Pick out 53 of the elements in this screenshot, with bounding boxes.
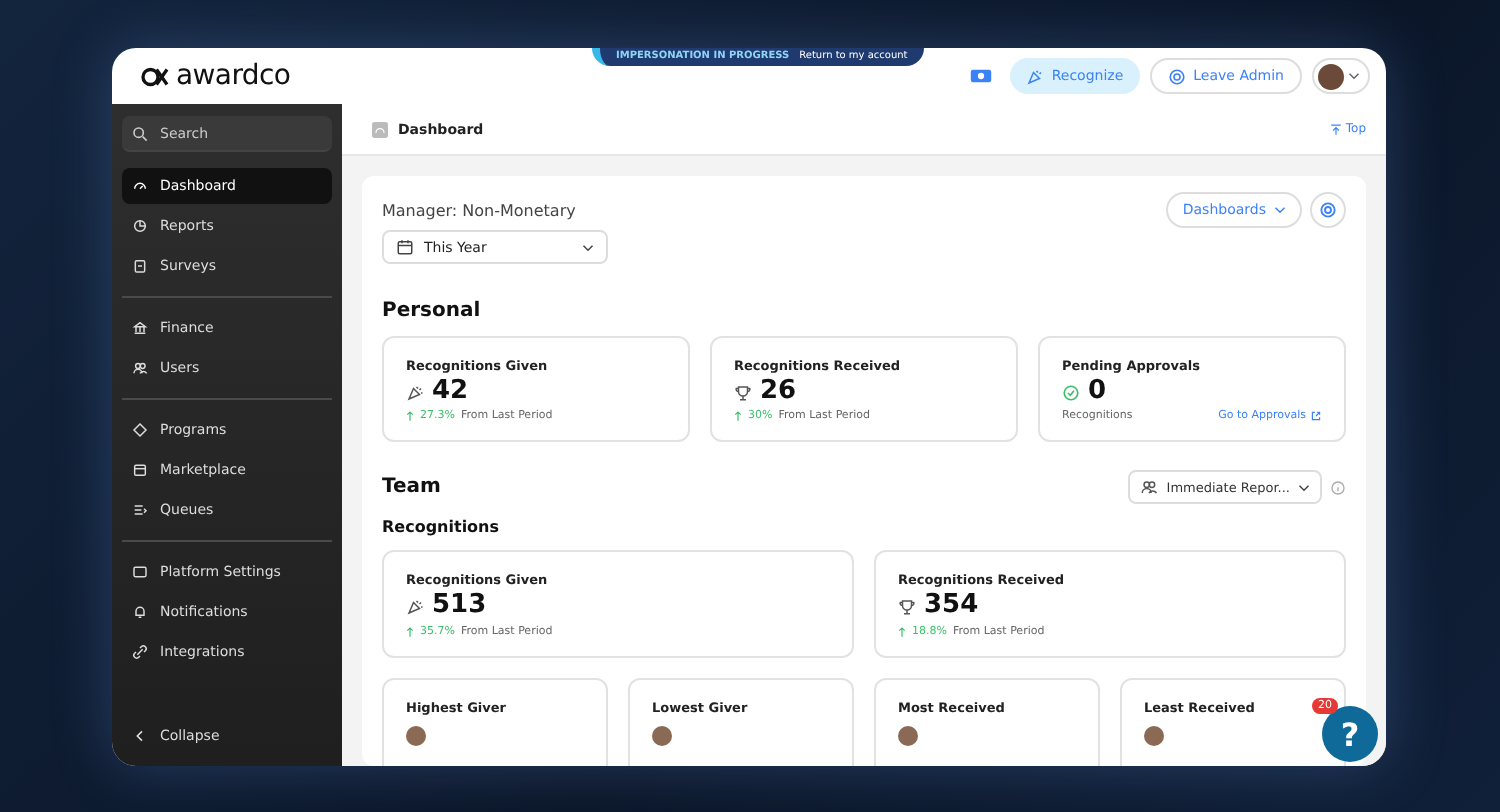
profile-menu-button[interactable] (1312, 58, 1370, 94)
arrow-up-icon (406, 410, 414, 423)
avatar-placeholder (898, 725, 918, 746)
target-icon (1167, 67, 1186, 85)
stat-value: 513 (432, 592, 487, 622)
search-icon (132, 125, 148, 141)
arrow-up-icon (1329, 123, 1342, 135)
info-icon[interactable] (1330, 479, 1346, 496)
chart-icon (132, 218, 148, 234)
arrow-up-icon (898, 625, 906, 638)
stat-value: 42 (432, 378, 469, 407)
store-icon (132, 462, 148, 478)
subsection-heading: Recognitions (382, 518, 502, 537)
caret-icon (582, 243, 594, 251)
trophy-icon (898, 597, 916, 616)
check-circle-icon (1062, 383, 1080, 402)
trophy-icon (734, 383, 752, 402)
calendar-icon (396, 238, 414, 256)
external-link-icon (1310, 410, 1322, 423)
avatar-placeholder (1144, 725, 1164, 746)
arrow-up-icon (734, 410, 742, 423)
chevron-left-icon (132, 728, 148, 744)
avatar-placeholder (1318, 63, 1344, 89)
window-icon (132, 564, 148, 580)
gauge-icon (372, 121, 388, 137)
settings-button[interactable] (1310, 192, 1346, 228)
bank-icon (132, 320, 148, 336)
bell-icon (132, 604, 148, 620)
stat-value: 0 (1088, 378, 1107, 407)
caret-icon (1348, 72, 1360, 80)
avatar-placeholder (406, 725, 426, 746)
section-heading: Personal (382, 300, 483, 322)
dashboard-title: Manager: Non-Monetary (382, 202, 578, 220)
caret-icon (1298, 483, 1310, 492)
party-popper-icon (1025, 67, 1044, 85)
caret-icon (1274, 206, 1286, 214)
list-icon (132, 502, 148, 518)
logo: awardco (140, 60, 291, 92)
clipboard-icon (132, 258, 148, 274)
diamond-icon (132, 422, 148, 438)
avatar-placeholder (652, 725, 672, 746)
settings-icon (1318, 200, 1338, 220)
gauge-icon (132, 178, 148, 194)
link-icon (132, 644, 148, 660)
cash-icon[interactable] (969, 68, 992, 84)
users-icon (1140, 478, 1159, 497)
stat-value: 26 (760, 378, 797, 407)
party-popper-icon (406, 383, 424, 402)
section-heading: Team (382, 476, 441, 499)
users-icon (132, 360, 148, 376)
arrow-up-icon (406, 625, 414, 638)
stat-value: 354 (924, 592, 979, 622)
party-popper-icon (406, 597, 424, 616)
